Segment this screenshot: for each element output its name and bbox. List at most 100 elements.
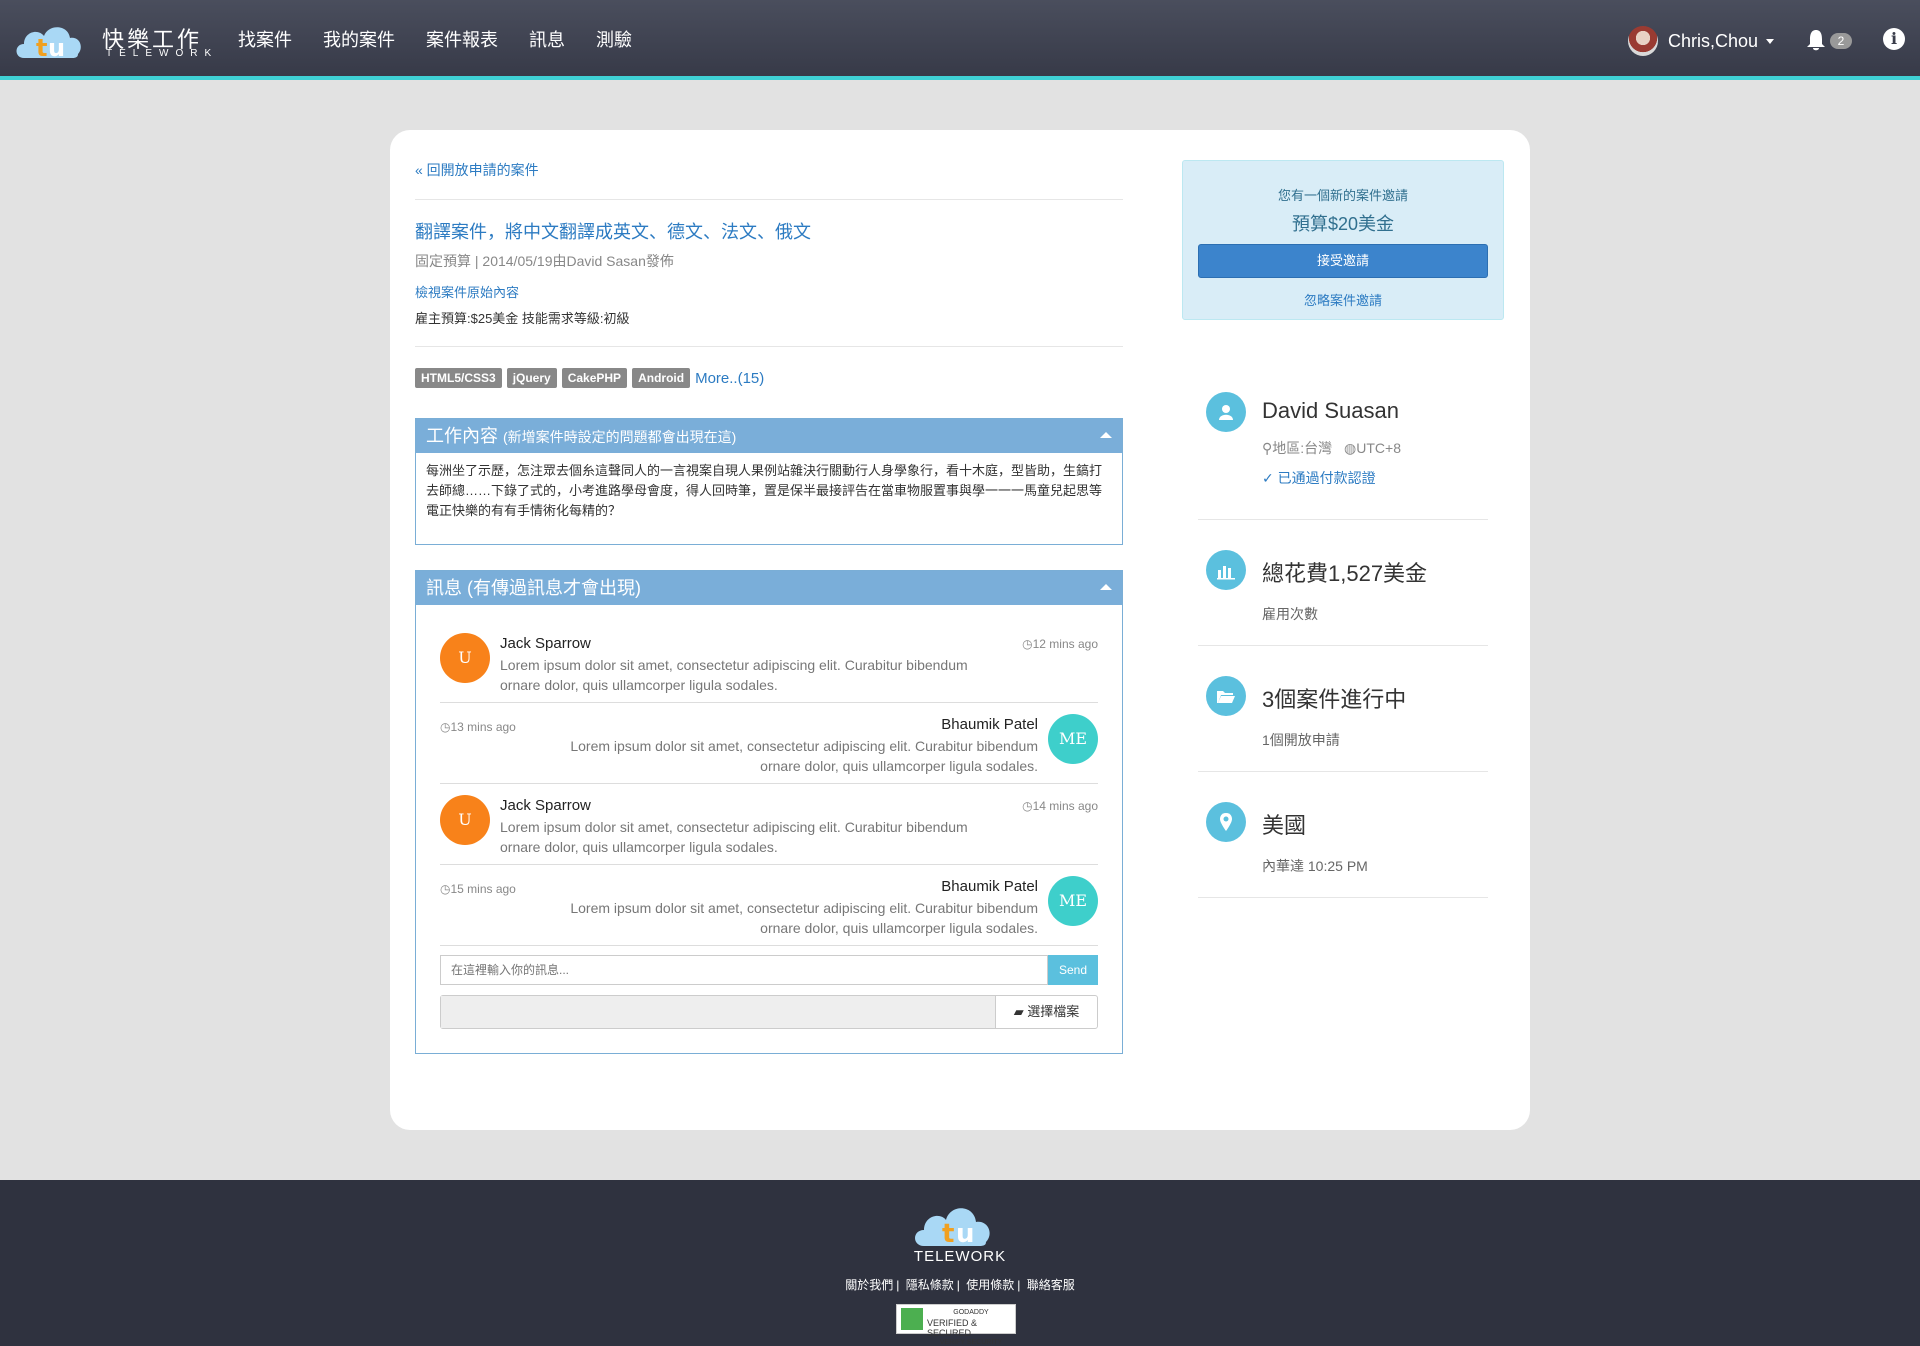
client-profile: David Suasan ⚲地區:台灣 ◍UTC+8 ✓ 已通過付款認證 <box>1198 392 1488 520</box>
message-time: ◷14 mins ago <box>1022 799 1098 813</box>
caret-down-icon <box>1766 38 1775 44</box>
message-text: Lorem ipsum dolor sit amet, consectetur … <box>500 819 968 855</box>
footer-link-terms[interactable]: 使用條款 <box>966 1278 1014 1292</box>
notification-badge: 2 <box>1830 33 1852 49</box>
clock-icon: ◷ <box>1022 637 1033 651</box>
skill-tags: HTML5/CSS3 jQuery CakePHP Android More..… <box>415 368 764 388</box>
folder-open-icon <box>1206 676 1246 716</box>
back-to-open-jobs-link[interactable]: « 回開放申請的案件 <box>415 160 539 180</box>
seal-top-text: GODADDY <box>953 1309 989 1316</box>
sender-avatar: ME <box>1048 714 1098 764</box>
job-meta: 固定預算 | 2014/05/19由David Sasan發佈 <box>415 253 674 269</box>
cloud-logo-icon: t u <box>16 27 81 62</box>
nav-tests[interactable]: 測驗 <box>596 0 632 80</box>
svg-text:t: t <box>36 34 47 62</box>
message-time-text: 12 mins ago <box>1032 637 1098 651</box>
invitation-alert: 您有一個新的案件邀請 預算$20美金 接受邀請 忽略案件邀請 <box>1182 160 1504 320</box>
client-country-name: 美國 <box>1262 813 1307 838</box>
messages-panel-title: 訊息 (有傳過訊息才會出現) <box>426 578 641 598</box>
sender-avatar: U <box>440 633 490 683</box>
footer-link-about[interactable]: 關於我們 <box>845 1278 893 1292</box>
clock-icon: ◷ <box>1022 799 1033 813</box>
job-title[interactable]: 翻譯案件，將中文翻譯成英文、德文、法文、俄文 <box>415 218 811 244</box>
skill-tag[interactable]: jQuery <box>506 368 557 388</box>
open-jobs: 1個開放申請 <box>1262 732 1340 748</box>
file-path-field[interactable] <box>441 996 995 1028</box>
client-jobs: 3個案件進行中 1個開放申請 <box>1198 676 1488 772</box>
check-icon: ✓ <box>1262 470 1278 486</box>
message-item: U Jack Sparrow Lorem ipsum dolor sit ame… <box>440 785 1098 865</box>
hires-label: 雇用次數 <box>1262 606 1318 622</box>
skill-tag[interactable]: HTML5/CSS3 <box>415 368 502 388</box>
messages-panel: 訊息 (有傳過訊息才會出現) U Jack Sparrow Lorem ipsu… <box>415 570 1123 1054</box>
choose-file-button[interactable]: ▰ 選擇檔案 <box>995 996 1097 1028</box>
divider <box>415 199 1123 200</box>
message-time-text: 14 mins ago <box>1032 799 1098 813</box>
footer-links: 關於我們 | 隱私條款 | 使用條款 | 聯絡客服 <box>0 1276 1920 1293</box>
bar-chart-icon <box>1206 550 1246 590</box>
separator: | <box>1017 1278 1021 1292</box>
file-upload: ▰ 選擇檔案 <box>440 995 1098 1029</box>
messages-panel-header[interactable]: 訊息 (有傳過訊息才會出現) <box>416 571 1122 605</box>
message-time-text: 15 mins ago <box>450 882 516 896</box>
nav-messages[interactable]: 訊息 <box>529 0 565 80</box>
more-tags-link[interactable]: More..(15) <box>695 370 764 387</box>
sender-avatar: ME <box>1048 876 1098 926</box>
client-region: 地區:台灣 <box>1272 440 1333 456</box>
seal-bottom-text: VERIFY SECURITY <box>939 1339 1003 1346</box>
message-text: Lorem ipsum dolor sit amet, consectetur … <box>570 900 1038 936</box>
send-button[interactable]: Send <box>1048 955 1098 985</box>
client-timezone: UTC+8 <box>1356 440 1401 456</box>
work-panel-subtitle: (新增案件時設定的問題都會出現在這) <box>503 429 737 445</box>
nav-find-jobs[interactable]: 找案件 <box>238 0 292 80</box>
message-item: ME Bhaumik Patel Lorem ipsum dolor sit a… <box>440 866 1098 946</box>
telework-logo[interactable]: t u 快樂工作 TELEWORK <box>14 18 211 62</box>
client-country: 美國 內華達 10:25 PM <box>1198 802 1488 898</box>
skill-tag[interactable]: Android <box>632 368 691 388</box>
separator: | <box>956 1278 960 1292</box>
payment-verified: ✓ 已通過付款認證 <box>1262 468 1376 488</box>
sender-name: Bhaumik Patel <box>941 878 1038 895</box>
message-text: Lorem ipsum dolor sit amet, consectetur … <box>500 657 968 693</box>
divider <box>415 346 1123 347</box>
nav-job-reports[interactable]: 案件報表 <box>426 0 498 80</box>
message-time: ◷13 mins ago <box>440 720 516 734</box>
footer-brand: TELEWORK <box>913 1248 1007 1265</box>
message-time: ◷15 mins ago <box>440 882 516 896</box>
invitation-budget: 預算$20美金 <box>1291 214 1395 234</box>
client-name: David Suasan <box>1262 398 1399 423</box>
collapse-icon[interactable] <box>1100 432 1112 438</box>
client-location: ⚲地區:台灣 ◍UTC+8 <box>1262 438 1401 458</box>
separator: | <box>896 1278 900 1292</box>
bell-icon[interactable] <box>1804 28 1828 52</box>
seal-text: GODADDY VERIFIED & SECURED VERIFY SECURI… <box>927 1308 1015 1346</box>
svg-text:u: u <box>48 34 65 62</box>
user-avatar <box>1628 26 1658 56</box>
message-input[interactable] <box>440 955 1048 985</box>
svg-text:u: u <box>956 1219 975 1249</box>
security-seal[interactable]: GODADDY VERIFIED & SECURED VERIFY SECURI… <box>896 1304 1016 1346</box>
skill-tag[interactable]: CakePHP <box>561 368 628 388</box>
ignore-invitation-link[interactable]: 忽略案件邀請 <box>1183 290 1503 309</box>
map-marker-icon <box>1206 802 1246 842</box>
clock-icon: ◷ <box>440 720 451 734</box>
seal-mid-text: VERIFIED & SECURED <box>927 1318 978 1338</box>
footer-link-support[interactable]: 聯絡客服 <box>1027 1278 1075 1292</box>
accept-invitation-button[interactable]: 接受邀請 <box>1198 244 1488 278</box>
payment-verified-text: 已通過付款認證 <box>1277 470 1376 486</box>
message-item: U Jack Sparrow Lorem ipsum dolor sit ame… <box>440 623 1098 703</box>
footer-link-privacy[interactable]: 隱私條款 <box>906 1278 954 1292</box>
cloud-logo-icon[interactable]: t u <box>912 1198 1008 1250</box>
message-compose: Send <box>440 955 1098 985</box>
client-local-time: 內華達 10:25 PM <box>1262 858 1368 874</box>
nav-my-jobs[interactable]: 我的案件 <box>323 0 395 80</box>
top-navbar: t u 快樂工作 TELEWORK 找案件 我的案件 案件報表 訊息 測驗 Ch… <box>0 0 1920 80</box>
work-panel-header[interactable]: 工作內容 (新增案件時設定的問題都會出現在這) <box>416 419 1122 453</box>
user-menu[interactable]: Chris,Chou <box>1628 26 1775 56</box>
info-icon[interactable]: i <box>1883 28 1905 50</box>
view-original-link[interactable]: 檢視案件原始內容 <box>415 282 519 301</box>
svg-text:t: t <box>942 1219 954 1249</box>
sender-name: Jack Sparrow <box>500 635 591 652</box>
message-item: ME Bhaumik Patel Lorem ipsum dolor sit a… <box>440 704 1098 784</box>
collapse-icon[interactable] <box>1100 584 1112 590</box>
